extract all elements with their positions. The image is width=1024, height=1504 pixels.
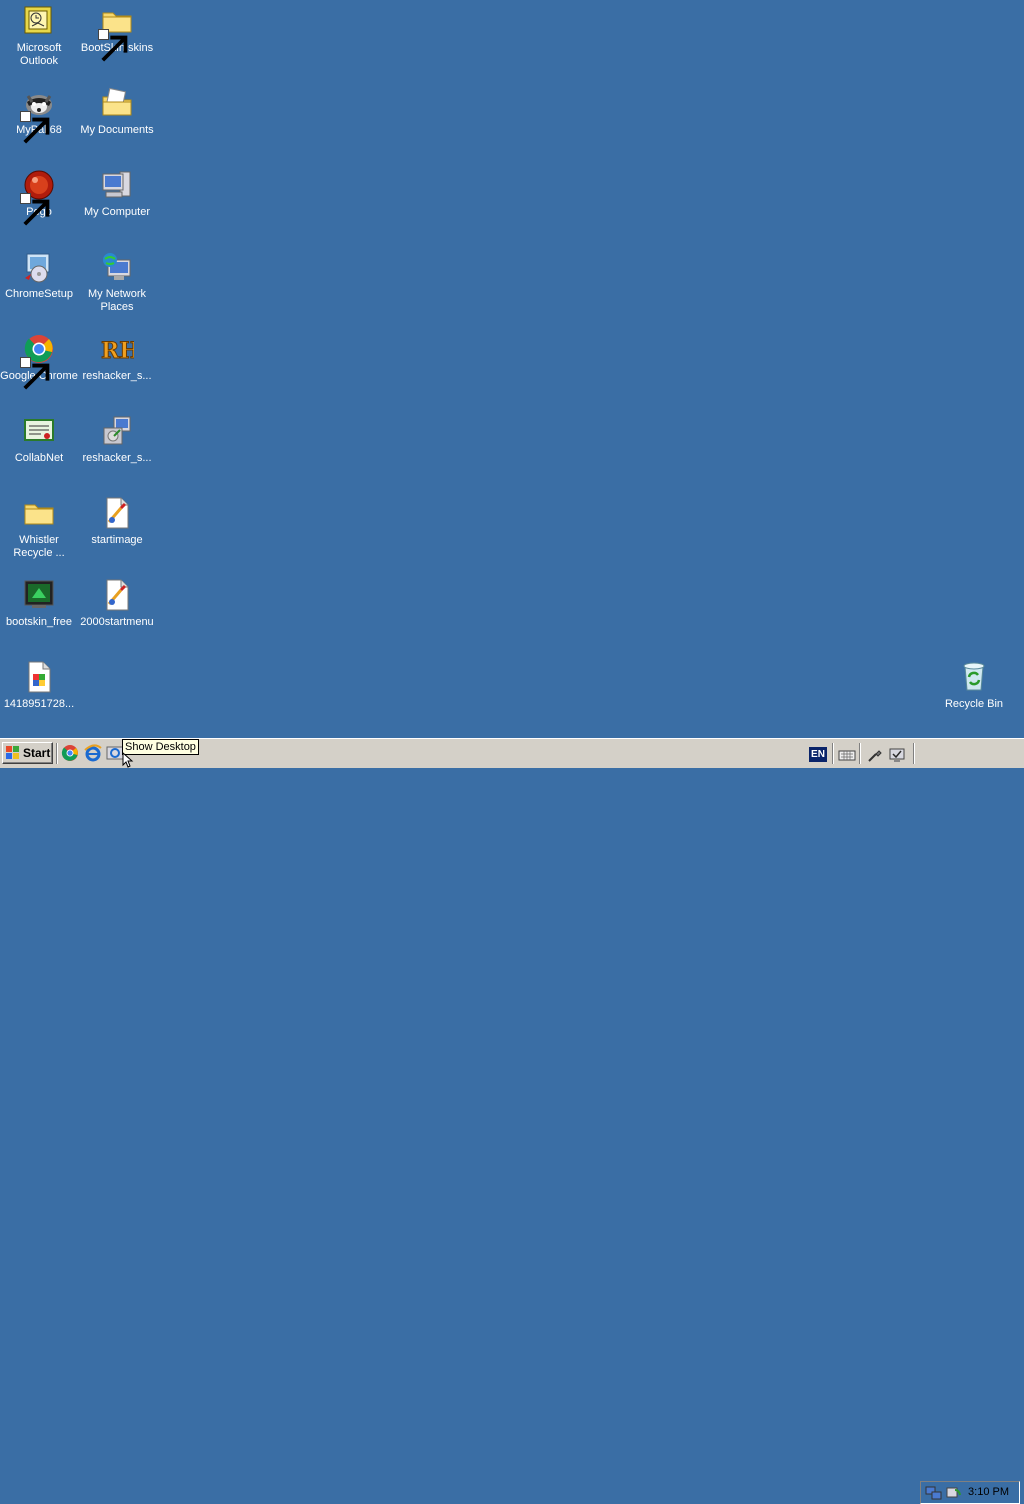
- taskbar-separator: [913, 743, 915, 764]
- desktop-icon-1418951728[interactable]: 1418951728...: [0, 660, 78, 711]
- desktop-icon-mypal[interactable]: MyPal 68: [0, 86, 78, 144]
- clock[interactable]: 3:10 PM: [968, 1486, 1009, 1498]
- desktop-icon-my-documents[interactable]: My Documents: [78, 86, 156, 137]
- shortcut-arrow-icon: [20, 193, 50, 226]
- my-computer-icon: [100, 168, 134, 202]
- desktop-icon-label: My Network Places: [87, 288, 147, 313]
- sync-icon[interactable]: [945, 1484, 963, 1502]
- desktop-icon-2000startmenu[interactable]: 2000startmenu: [78, 578, 156, 629]
- desktop-icon-bootskin-free[interactable]: bootskin_free: [0, 578, 78, 629]
- desktop-icon-label: reshacker_s...: [82, 452, 152, 464]
- taskbar-separator: [832, 743, 834, 764]
- mypal-raccoon-icon: [20, 86, 56, 144]
- internet-explorer-icon: [84, 744, 102, 762]
- desktop-icon-label: Microsoft Outlook: [16, 42, 62, 67]
- quicklaunch-chrome[interactable]: [61, 744, 79, 762]
- desktop-icon-label: My Computer: [83, 206, 151, 218]
- keyboard-icon[interactable]: [838, 746, 856, 764]
- desktop-icon-label: Recycle Bin: [944, 698, 1004, 710]
- shortcut-arrow-icon: [98, 29, 128, 62]
- desktop-icon-label: My Documents: [80, 124, 154, 136]
- taskbar-separator: [859, 743, 861, 764]
- desktop-icon-startimage[interactable]: startimage: [78, 496, 156, 547]
- start-button[interactable]: Start: [2, 742, 53, 764]
- desktop-icon-reshacker-2[interactable]: reshacker_s...: [78, 414, 156, 465]
- taskbar-separator: [56, 743, 58, 764]
- desktop-icon-collabnet[interactable]: CollabNet: [0, 414, 78, 465]
- quicklaunch-internet-explorer[interactable]: [84, 744, 102, 762]
- monitor-check-icon[interactable]: [888, 746, 906, 764]
- desktop-icon-label: reshacker_s...: [82, 370, 152, 382]
- desktop-icon-label: bootskin_free: [5, 616, 73, 628]
- image-file-icon: [22, 660, 56, 694]
- desktop-icon-bootskin-skins[interactable]: BootSkin skins: [78, 4, 156, 62]
- desktop-icon-my-network-places[interactable]: My Network Places: [78, 250, 156, 314]
- desktop-icon-label: startimage: [91, 534, 143, 546]
- language-indicator[interactable]: EN: [809, 747, 827, 762]
- desktop-icon-label: 2000startmenu: [80, 616, 154, 628]
- network-icon[interactable]: [925, 1484, 943, 1502]
- desktop-icon-chromesetup[interactable]: ChromeSetup: [0, 250, 78, 301]
- connection-icon[interactable]: [866, 746, 884, 764]
- desktop-icon-label: Whistler Recycle ...: [13, 534, 65, 559]
- my-documents-icon: [100, 86, 134, 120]
- resource-hacker-icon: RH: [100, 332, 135, 366]
- desktop-icon-label: ChromeSetup: [5, 288, 73, 300]
- desktop-icon-microsoft-outlook[interactable]: Microsoft Outlook: [0, 4, 78, 68]
- desktop-icon-whistler-recycle[interactable]: Whistler Recycle ...: [0, 496, 78, 560]
- setup-installer-icon: [22, 250, 56, 284]
- bootskin-icon: [22, 578, 56, 612]
- folder-icon: [98, 4, 134, 62]
- network-places-icon: [100, 250, 134, 284]
- shortcut-arrow-icon: [20, 357, 50, 390]
- outlook-icon: [22, 4, 56, 38]
- desktop-icon-recycle-bin[interactable]: Recycle Bin: [935, 660, 1013, 711]
- recycle-bin-icon: [957, 660, 991, 694]
- system-tray: 3:10 PM: [920, 1481, 1020, 1504]
- image-file-icon: [100, 496, 134, 530]
- svg-text:RH: RH: [101, 338, 134, 364]
- desktop-icon-label: 1418951728...: [3, 698, 75, 710]
- image-file-icon: [100, 578, 134, 612]
- desktop-icon-pego[interactable]: Pego: [0, 168, 78, 226]
- desktop-icon-my-computer[interactable]: My Computer: [78, 168, 156, 219]
- desktop-icon-google-chrome[interactable]: Google Chrome: [0, 332, 78, 390]
- desktop[interactable]: Microsoft Outlook MyPal 68 Pego ChromeSe…: [0, 0, 1024, 738]
- chrome-icon: [61, 744, 79, 762]
- folder-icon: [22, 496, 56, 530]
- shortcut-arrow-icon: [20, 111, 50, 144]
- pego-icon: [20, 168, 56, 226]
- installer-package-icon: [100, 414, 134, 448]
- desktop-icon-reshacker-1[interactable]: RH reshacker_s...: [78, 332, 156, 383]
- mouse-cursor-icon: [122, 751, 134, 768]
- start-label: Start: [23, 746, 51, 760]
- windows-logo-icon: [6, 746, 20, 760]
- desktop-icon-label: CollabNet: [14, 452, 64, 464]
- chrome-icon: [20, 332, 56, 390]
- certificate-icon: [22, 414, 56, 448]
